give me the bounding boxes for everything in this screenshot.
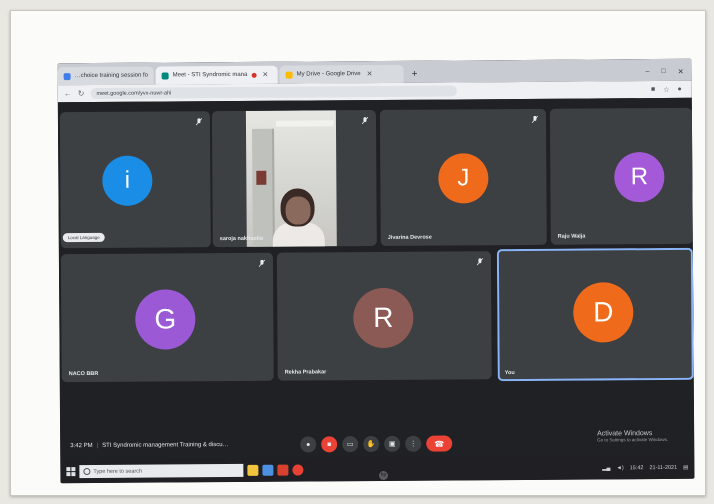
hp-logo-icon: hp (379, 471, 388, 480)
participant-avatar: G (135, 289, 196, 350)
volume-icon[interactable]: ◄) (616, 465, 623, 471)
windows-start-icon[interactable] (66, 467, 76, 477)
url-text: meet.google.com/yvx-nuwr-ahi (96, 89, 172, 97)
profile-icon[interactable]: ● (677, 85, 681, 93)
network-icon[interactable]: ▂▄ (602, 465, 610, 471)
participant-tile-video[interactable]: saroja nakhaolia (211, 109, 377, 248)
tab-meet[interactable]: Meet - STI Syndromic mana ✕ (155, 65, 278, 85)
url-field[interactable]: meet.google.com/yvx-nuwr-ahi (90, 85, 457, 99)
camera-status-icon[interactable]: ■ (651, 86, 655, 94)
participant-tile[interactable]: R Raju Walja (549, 107, 693, 245)
mic-off-button[interactable]: ● (300, 436, 317, 453)
tab-label: My Drive - Google Drive (296, 71, 361, 78)
camera-off-button[interactable]: ■ (321, 436, 338, 453)
more-icon: ⋮ (409, 440, 417, 448)
tab-label: …choice training session fo (74, 72, 149, 80)
hand-icon: ✋ (366, 441, 376, 449)
mic-muted-icon (531, 115, 538, 123)
camera-off-icon: ■ (327, 440, 332, 448)
taskbar-clock[interactable]: 15:42 (630, 465, 644, 471)
minimize-button[interactable]: – (646, 68, 650, 76)
raise-hand-button[interactable]: ✋ (363, 435, 380, 453)
meeting-controls-bar: 3:42 PM | STI Syndromic management Trainin… (60, 427, 695, 461)
window-controls: – □ ✕ (638, 68, 692, 81)
search-icon (83, 467, 91, 476)
participant-name: saroja nakhaolia (219, 235, 263, 243)
notifications-icon[interactable]: ▤ (683, 464, 688, 470)
mail-icon[interactable] (277, 464, 289, 476)
taskbar-date[interactable]: 21-11-2021 (649, 464, 677, 470)
reload-icon[interactable]: ↻ (78, 89, 85, 98)
participant-avatar: i (102, 155, 153, 206)
video-wall-light (275, 120, 334, 127)
participant-tile[interactable]: i Local Language (59, 111, 211, 249)
meeting-title: STI Syndromic management Training & disc… (102, 442, 229, 449)
close-tab-icon[interactable]: ✕ (367, 70, 373, 78)
star-icon[interactable]: ☆ (663, 85, 669, 93)
video-person-face (285, 196, 311, 225)
watermark-subtitle: Go to Settings to activate Windows. (597, 436, 669, 443)
back-icon[interactable]: ← (58, 89, 72, 98)
meet-favicon-icon (161, 71, 169, 79)
laptop-screen-photo: …choice training session fo ✕ Meet - STI… (57, 58, 695, 484)
participant-tile[interactable]: R Rekha Prabakar (276, 251, 492, 381)
participant-avatar: R (614, 151, 665, 203)
tab-google-drive[interactable]: My Drive - Google Drive ✕ (279, 64, 404, 84)
mic-muted-icon (361, 117, 368, 125)
call-buttons: ● ■ ▭ ✋ ▣ ⋮ ☎ (300, 435, 453, 453)
participant-avatar: J (438, 153, 489, 204)
doc-favicon-icon (63, 72, 71, 80)
tab-training-session[interactable]: …choice training session fo ✕ (57, 66, 154, 86)
captions-icon: ▭ (346, 441, 354, 449)
participant-avatar: D (573, 282, 634, 343)
taskbar-search[interactable]: Type here to search (79, 463, 244, 479)
mic-muted-icon (195, 118, 202, 126)
separator: | (96, 442, 99, 449)
tab-label: Meet - STI Syndromic mana (172, 71, 248, 79)
participant-tile[interactable]: G NACO BBR (60, 252, 274, 383)
video-door (252, 128, 275, 247)
chrome-icon[interactable] (292, 464, 304, 476)
language-chip[interactable]: Local Language (62, 232, 105, 243)
present-icon: ▣ (388, 440, 396, 448)
present-button[interactable]: ▣ (384, 435, 401, 452)
participant-tile-self[interactable]: D You (496, 247, 694, 382)
participant-tile[interactable]: J Jivarina Devrose (379, 108, 547, 246)
maximize-button[interactable]: □ (661, 68, 665, 76)
meet-grid: i Local Language saroja nakhaolia J Jiva… (57, 97, 695, 433)
windows-taskbar: Type here to search ▂▄ ◄) 15:42 21-11-20… (60, 455, 695, 484)
close-tab-icon[interactable]: ✕ (262, 71, 268, 79)
video-wall-sign (256, 170, 267, 185)
more-options-button[interactable]: ⋮ (405, 435, 422, 452)
mic-muted-icon (476, 258, 483, 266)
recording-dot-icon (251, 72, 257, 78)
participant-name: Rekha Prabakar (284, 369, 327, 376)
participant-video (245, 110, 337, 248)
end-call-icon: ☎ (434, 439, 445, 449)
drive-favicon-icon (285, 71, 293, 79)
meeting-info: 3:42 PM | STI Syndromic management Trainin… (60, 442, 300, 450)
browser-toolbar-icons: ■ ☆ ● (651, 85, 692, 93)
captions-button[interactable]: ▭ (342, 436, 359, 453)
activate-windows-watermark: Activate Windows Go to Settings to activ… (597, 430, 668, 443)
end-call-button[interactable]: ☎ (426, 435, 453, 452)
participant-avatar: R (353, 287, 414, 349)
mic-off-icon: ● (306, 440, 311, 448)
participant-name: NACO BBR (68, 370, 99, 378)
taskbar-search-placeholder: Type here to search (93, 468, 143, 475)
mic-muted-icon (258, 259, 265, 267)
participant-name: You (504, 370, 515, 377)
new-tab-button[interactable]: + (406, 69, 424, 83)
system-tray: ▂▄ ◄) 15:42 21-11-2021 ▤ (602, 464, 694, 471)
participant-name: Jivarina Devrose (387, 234, 432, 241)
file-explorer-icon[interactable] (247, 464, 259, 476)
photo-frame: …choice training session fo ✕ Meet - STI… (10, 10, 706, 496)
store-icon[interactable] (262, 464, 274, 476)
meeting-time: 3:42 PM (70, 442, 93, 450)
close-window-button[interactable]: ✕ (678, 68, 684, 76)
participant-name: Raju Walja (557, 233, 586, 240)
